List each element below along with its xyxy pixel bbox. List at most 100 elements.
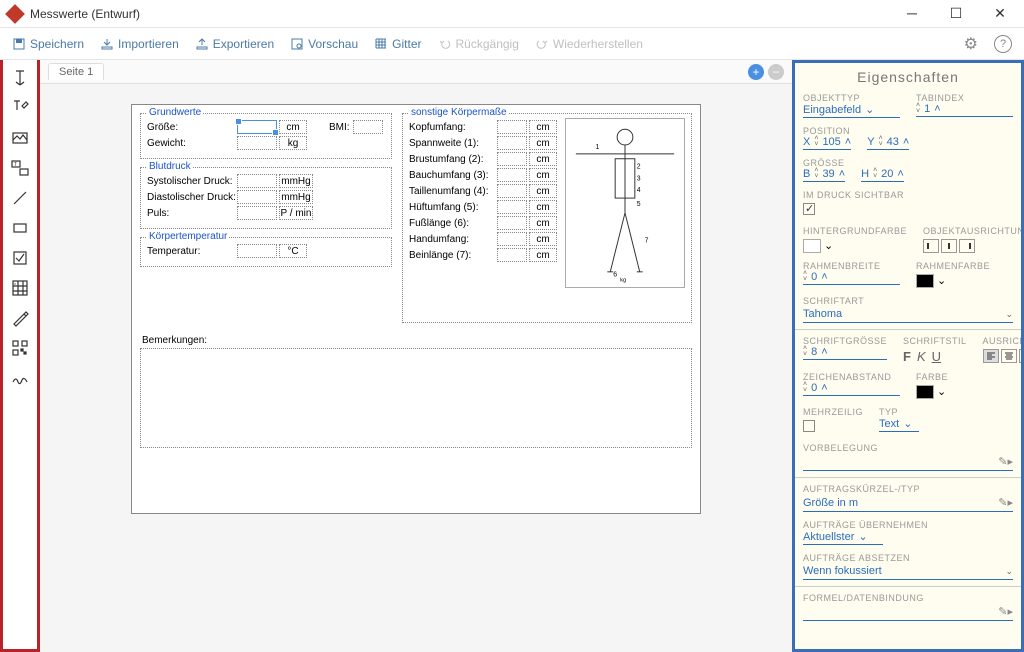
close-button[interactable]: ✕ xyxy=(984,5,1016,22)
underline-button[interactable]: U xyxy=(932,349,941,364)
unit-groesse: cm xyxy=(279,120,307,134)
grid-button[interactable]: Gitter xyxy=(374,37,421,51)
align-center-button[interactable] xyxy=(941,239,957,253)
label-brust: Brustumfang (2): xyxy=(409,154,497,165)
label-rahmenbreite: RAHMENBREITE xyxy=(803,261,900,271)
minimize-button[interactable]: ─ xyxy=(896,5,928,22)
input-fuss[interactable] xyxy=(497,216,527,230)
value-b[interactable]: B˄˅39˄ xyxy=(803,168,845,182)
bold-button[interactable]: F xyxy=(903,349,911,364)
input-temp[interactable] xyxy=(237,244,277,258)
input-sys[interactable] xyxy=(237,174,277,188)
input-spann[interactable] xyxy=(497,136,527,150)
value-auftraege-uebernehmen[interactable]: Aktuellster⌄ xyxy=(803,530,883,545)
body-diagram: 1 2 3 4 5 6 7 kg xyxy=(565,118,685,288)
value-zeichenabstand[interactable]: ˄˅0˄ xyxy=(803,382,900,396)
redo-button[interactable]: Wiederherstellen xyxy=(535,37,643,51)
tool-pen[interactable] xyxy=(6,304,34,332)
value-schriftgroesse[interactable]: ˄˅8˄ xyxy=(803,346,887,360)
label-farbe: FARBE xyxy=(916,372,1013,382)
value-tabindex[interactable]: ˄˅1˄ xyxy=(916,103,1013,117)
import-button[interactable]: Importieren xyxy=(100,37,179,51)
export-button[interactable]: Exportieren xyxy=(195,37,274,51)
value-auftragskuerzel[interactable]: Größe in m✎▸ xyxy=(803,496,1013,512)
value-h[interactable]: H˄˅20˄ xyxy=(861,168,904,182)
preview-button[interactable]: Vorschau xyxy=(290,37,358,51)
align-left-button[interactable] xyxy=(923,239,939,253)
input-bmi[interactable] xyxy=(353,120,383,134)
save-button[interactable]: Speichern xyxy=(12,37,84,51)
input-hand[interactable] xyxy=(497,232,527,246)
value-objekttyp[interactable]: Eingabefeld⌄ xyxy=(803,103,900,118)
value-x[interactable]: X˄˅105˄ xyxy=(803,136,851,150)
italic-button[interactable]: K xyxy=(917,349,926,364)
input-bauch[interactable] xyxy=(497,168,527,182)
text-align-left-button[interactable] xyxy=(983,349,999,363)
input-puls[interactable] xyxy=(237,206,277,220)
value-rahmenbreite[interactable]: ˄˅0˄ xyxy=(803,271,900,285)
tab-page-1[interactable]: Seite 1 xyxy=(48,63,104,80)
label-bmi: BMI: xyxy=(329,122,353,133)
fieldset-temperatur[interactable]: Körpertemperatur Temperatur:°C xyxy=(140,237,392,267)
value-formel[interactable]: ✎▸ xyxy=(803,605,1013,621)
edit-icon[interactable]: ✎▸ xyxy=(998,605,1013,618)
svg-text:T: T xyxy=(14,162,17,168)
toolbox: T x xyxy=(0,60,40,652)
tool-textbox[interactable]: T xyxy=(6,154,34,182)
tool-text-edit[interactable] xyxy=(6,94,34,122)
value-auftraege-absetzen[interactable]: Wenn fokussiert⌄ xyxy=(803,565,1013,580)
swatch-hintergrund[interactable] xyxy=(803,239,821,253)
checkbox-druck[interactable] xyxy=(803,203,815,215)
align-right-button[interactable] xyxy=(959,239,975,253)
label-puls: Puls: xyxy=(147,208,237,219)
maximize-button[interactable]: ☐ xyxy=(940,5,972,22)
tool-rectangle[interactable] xyxy=(6,214,34,242)
input-dia[interactable] xyxy=(237,190,277,204)
input-groesse[interactable] xyxy=(237,120,277,134)
input-brust[interactable] xyxy=(497,152,527,166)
svg-text:1: 1 xyxy=(596,144,600,151)
add-page-button[interactable]: + xyxy=(748,64,764,80)
legend-blutdruck: Blutdruck xyxy=(147,161,193,172)
svg-text:7: 7 xyxy=(645,237,649,244)
input-taille[interactable] xyxy=(497,184,527,198)
label-auftraege-uebernehmen: AUFTRÄGE ÜBERNEHMEN xyxy=(803,520,1013,530)
checkbox-mehrzeilig[interactable] xyxy=(803,420,815,432)
fieldset-grundwerte[interactable]: Grundwerte Größe: cm BMI: xyxy=(140,113,392,159)
textarea-bemerkungen[interactable] xyxy=(140,348,692,448)
form-page[interactable]: Grundwerte Größe: cm BMI: xyxy=(131,104,701,514)
label-vorbelegung: VORBELEGUNG xyxy=(803,443,1013,453)
value-vorbelegung[interactable]: ✎▸ xyxy=(803,455,1013,471)
input-bein[interactable] xyxy=(497,248,527,262)
tool-image[interactable] xyxy=(6,124,34,152)
tool-text-cursor[interactable] xyxy=(6,64,34,92)
text-align-center-button[interactable] xyxy=(1001,349,1017,363)
value-y[interactable]: Y˄˅43˄ xyxy=(867,136,909,150)
input-kopf[interactable] xyxy=(497,120,527,134)
help-button[interactable]: ? xyxy=(994,35,1012,53)
value-typ[interactable]: Text⌄ xyxy=(879,417,919,432)
tool-table[interactable]: x xyxy=(6,274,34,302)
settings-button[interactable]: ⚙ xyxy=(964,34,978,54)
tool-signature[interactable] xyxy=(6,364,34,392)
fieldset-blutdruck[interactable]: Blutdruck Systolischer Druck:mmHg Diasto… xyxy=(140,167,392,229)
value-schriftart[interactable]: Tahoma⌄ xyxy=(803,308,1013,323)
input-hueft[interactable] xyxy=(497,200,527,214)
svg-text:kg: kg xyxy=(620,278,626,284)
unit-sys: mmHg xyxy=(279,174,313,188)
tool-checkbox[interactable] xyxy=(6,244,34,272)
swatch-rahmenfarbe[interactable] xyxy=(916,274,934,288)
fieldset-koerpermasse[interactable]: sonstige Körpermaße Kopfumfang:cm Spannw… xyxy=(402,113,692,323)
text-align-right-button[interactable] xyxy=(1019,349,1024,363)
remove-page-button[interactable]: − xyxy=(768,64,784,80)
swatch-farbe[interactable] xyxy=(916,385,934,399)
tool-line[interactable] xyxy=(6,184,34,212)
input-gewicht[interactable] xyxy=(237,136,277,150)
page-tabs: Seite 1 + − xyxy=(40,60,792,84)
edit-icon[interactable]: ✎▸ xyxy=(998,496,1013,509)
edit-icon[interactable]: ✎▸ xyxy=(998,455,1013,468)
undo-button[interactable]: Rückgängig xyxy=(438,37,519,51)
tool-qrcode[interactable] xyxy=(6,334,34,362)
label-bein: Beinlänge (7): xyxy=(409,250,497,261)
unit-dia: mmHg xyxy=(279,190,313,204)
